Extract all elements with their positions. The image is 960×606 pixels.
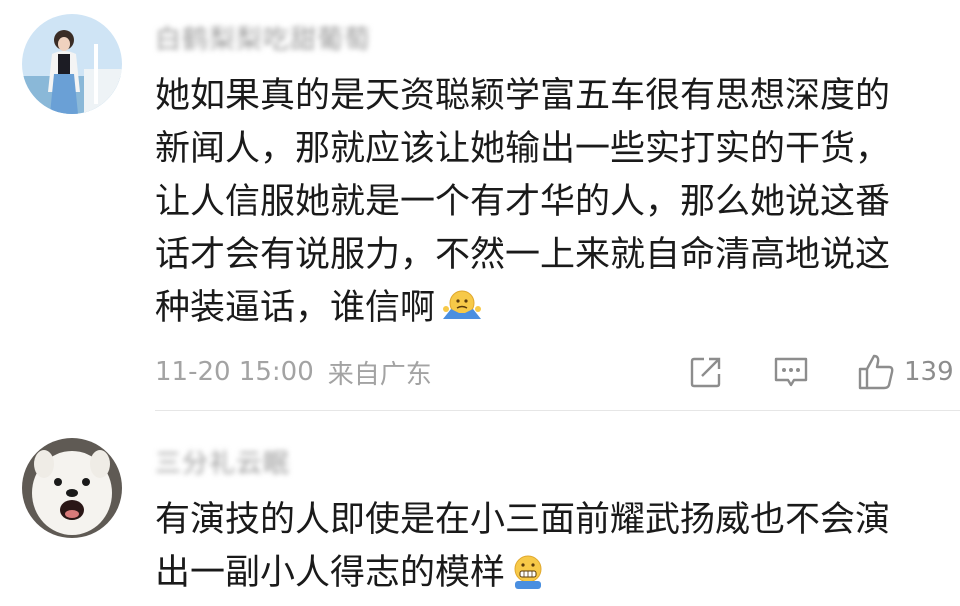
- comment-location: 来自广东: [327, 359, 432, 390]
- comment-time: 11-20 15:00: [155, 357, 314, 387]
- avatar-user-1[interactable]: [22, 14, 122, 114]
- comment-text: 她如果真的是天资聪颖学富五车很有思想深度的 新闻人，那就应该让她输出一些实打实的…: [155, 76, 891, 328]
- avatar-user-2[interactable]: [22, 438, 122, 538]
- shrug-emoji-icon: [439, 288, 485, 341]
- share-button[interactable]: [688, 354, 724, 390]
- comment-icon: [774, 357, 808, 387]
- comment-text-2: 有演技的人即使是在小三面前耀武扬威也不会演 出一副小人得志的模样: [155, 494, 945, 606]
- like-count: 139: [904, 357, 954, 387]
- thumbs-up-icon: [858, 354, 894, 390]
- comment-meta-1: 11-20 15:00 来自广东: [155, 352, 432, 392]
- username-1[interactable]: 白鹤梨梨吃甜葡萄: [155, 20, 371, 55]
- username-2[interactable]: 三分礼云眠: [155, 444, 290, 479]
- grimace-emoji-icon: [509, 553, 547, 606]
- share-icon: [690, 357, 721, 388]
- comment-text-1: 她如果真的是天资聪颖学富五车很有思想深度的 新闻人，那就应该让她输出一些实打实的…: [155, 70, 945, 341]
- comment-divider: [155, 410, 960, 411]
- reply-button[interactable]: [772, 354, 810, 390]
- like-button[interactable]: 139: [856, 352, 954, 392]
